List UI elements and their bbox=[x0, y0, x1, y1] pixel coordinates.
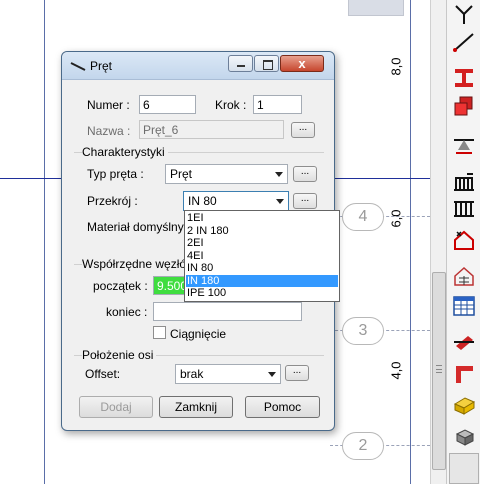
close-button[interactable]: x bbox=[280, 55, 324, 72]
axis-label: 8,0 bbox=[388, 57, 404, 76]
offset-select[interactable]: brak bbox=[175, 364, 281, 384]
fork-tool-icon[interactable] bbox=[451, 2, 477, 26]
chevron-down-icon bbox=[275, 172, 283, 177]
chevron-down-icon bbox=[276, 199, 284, 204]
dialog-title: Pręt bbox=[90, 59, 113, 73]
zamknij-button[interactable]: Zamknij bbox=[159, 396, 233, 418]
selected-tool-frame[interactable] bbox=[449, 453, 479, 484]
load-icon[interactable] bbox=[451, 228, 477, 252]
canvas-top-element bbox=[348, 0, 404, 16]
krok-label: Krok : bbox=[215, 98, 247, 112]
axis-label: 6,0 bbox=[388, 209, 404, 228]
dropdown-option[interactable]: 4EI bbox=[186, 250, 338, 263]
numer-field[interactable]: 6 bbox=[139, 95, 196, 114]
offset-value: brak bbox=[180, 367, 204, 381]
pipe-icon[interactable] bbox=[451, 330, 477, 354]
typ-preta-select[interactable]: Pręt bbox=[165, 164, 288, 184]
przekroj-select[interactable]: IN 80 bbox=[183, 191, 289, 211]
scrollbar-thumb[interactable] bbox=[432, 272, 446, 470]
dropdown-option[interactable]: IPE 100 bbox=[186, 287, 338, 300]
przekroj-value: IN 80 bbox=[188, 194, 217, 208]
node-label: 2 bbox=[342, 432, 384, 460]
dialog-titlebar[interactable]: Pręt x bbox=[62, 52, 334, 80]
typ-preta-label: Typ pręta : bbox=[87, 167, 144, 181]
dropdown-option[interactable]: 2 IN 180 bbox=[186, 225, 338, 238]
dropdown-option[interactable]: IN 80 bbox=[186, 262, 338, 275]
node-label: 3 bbox=[342, 317, 384, 345]
grid-line-vertical bbox=[44, 0, 45, 484]
angle-icon[interactable] bbox=[451, 362, 477, 386]
polozenie-title: Położenie osi bbox=[82, 348, 157, 362]
close-icon: x bbox=[298, 56, 306, 71]
table-icon[interactable] bbox=[451, 294, 477, 318]
nazwa-label: Nazwa : bbox=[87, 124, 131, 138]
line-tool-icon[interactable] bbox=[451, 30, 477, 54]
bar-icon bbox=[70, 60, 86, 72]
nazwa-browse-button[interactable]: ... bbox=[291, 122, 315, 138]
przekroj-dropdown-list[interactable]: 1EI 2 IN 180 2EI 4EI IN 80 IN 180 IPE 10… bbox=[184, 210, 340, 302]
release-icon[interactable] bbox=[451, 170, 477, 194]
section-icon[interactable] bbox=[451, 94, 477, 118]
chevron-down-icon bbox=[268, 372, 276, 377]
truss-icon[interactable] bbox=[451, 196, 477, 220]
node-label: 4 bbox=[342, 203, 384, 231]
minimize-button[interactable] bbox=[228, 55, 253, 72]
offset-browse-button[interactable]: ... bbox=[285, 365, 309, 381]
vertical-scrollbar[interactable] bbox=[430, 0, 446, 484]
typ-preta-value: Pręt bbox=[170, 167, 193, 181]
charakterystyki-title: Charakterystyki bbox=[82, 145, 168, 159]
koniec-label: koniec : bbox=[106, 305, 148, 319]
przekroj-browse-button[interactable]: ... bbox=[293, 193, 317, 209]
przekroj-label: Przekrój : bbox=[87, 194, 138, 208]
ciagniecie-label: Ciągnięcie bbox=[170, 327, 227, 341]
support-icon[interactable] bbox=[451, 132, 477, 156]
wspolrzedne-title: Współrzędne węzłó bbox=[82, 257, 190, 271]
dropdown-option[interactable]: 1EI bbox=[186, 212, 338, 225]
nazwa-field: Pręt_6 bbox=[139, 120, 284, 139]
solid-icon[interactable] bbox=[451, 424, 477, 448]
axis-label: 4,0 bbox=[388, 361, 404, 380]
typ-preta-browse-button[interactable]: ... bbox=[293, 166, 317, 182]
plate-icon[interactable] bbox=[451, 392, 477, 416]
i-beam-icon[interactable] bbox=[451, 66, 477, 90]
table-grid-icon[interactable] bbox=[451, 264, 477, 288]
numer-label: Numer : bbox=[87, 98, 130, 112]
material-label: Materiał domyślny: bbox=[87, 220, 188, 234]
pomoc-button[interactable]: Pomoc bbox=[245, 396, 320, 418]
poczatek-label: początek : bbox=[93, 279, 148, 293]
dodaj-button[interactable]: Dodaj bbox=[79, 396, 153, 418]
right-toolbar bbox=[446, 0, 480, 484]
maximize-button[interactable] bbox=[254, 55, 279, 72]
ciagniecie-checkbox[interactable] bbox=[153, 326, 166, 339]
offset-label: Offset: bbox=[85, 367, 121, 381]
dropdown-option[interactable]: 2EI bbox=[186, 237, 338, 250]
dropdown-option-highlighted[interactable]: IN 180 bbox=[186, 274, 338, 287]
grid-line-vertical bbox=[410, 0, 411, 484]
krok-field[interactable]: 1 bbox=[253, 95, 302, 114]
koniec-field[interactable] bbox=[153, 302, 302, 321]
